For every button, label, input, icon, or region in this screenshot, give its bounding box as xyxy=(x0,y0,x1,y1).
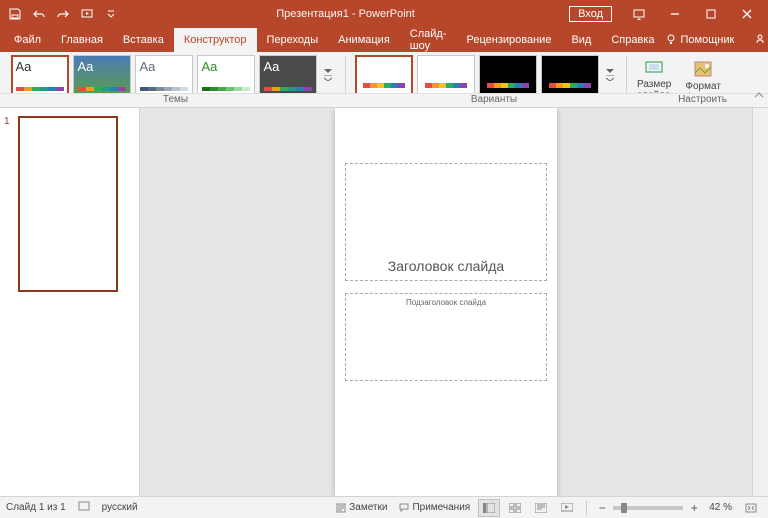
customize-group-label: Настроить xyxy=(637,94,768,107)
redo-icon[interactable] xyxy=(52,3,74,25)
variant-color-strip xyxy=(549,83,591,88)
ribbon: AaAaAaAaAa Размер слайда Формат фона Тем… xyxy=(0,52,768,108)
themes-more-icon[interactable] xyxy=(321,55,335,95)
tab-slideshow[interactable]: Слайд-шоу xyxy=(400,28,457,52)
slideshow-view-icon[interactable] xyxy=(556,499,578,517)
lightbulb-icon xyxy=(665,33,677,48)
notes-label: Заметки xyxy=(349,502,387,513)
zoom-in-icon[interactable]: + xyxy=(687,501,701,515)
vertical-scrollbar[interactable] xyxy=(752,108,768,496)
variant-thumbnail[interactable] xyxy=(541,55,599,95)
variant-color-strip xyxy=(363,83,405,88)
variants-gallery xyxy=(355,55,617,95)
tab-help[interactable]: Справка xyxy=(601,28,664,52)
themes-group-label: Темы xyxy=(0,94,351,107)
slide-counter[interactable]: Слайд 1 из 1 xyxy=(6,502,66,513)
slide-thumbnails-panel: 1 xyxy=(0,108,140,496)
start-from-beginning-icon[interactable] xyxy=(76,3,98,25)
fit-to-window-icon[interactable] xyxy=(740,499,762,517)
variant-thumbnail[interactable] xyxy=(479,55,537,95)
comments-button[interactable]: Примечания xyxy=(395,500,474,515)
tell-me[interactable]: Помощник xyxy=(665,33,735,48)
save-icon[interactable] xyxy=(4,3,26,25)
comments-icon xyxy=(399,503,409,513)
theme-thumbnail[interactable]: Aa xyxy=(259,55,317,95)
tell-me-label: Помощник xyxy=(681,34,735,46)
tab-view[interactable]: Вид xyxy=(561,28,601,52)
reading-view-icon[interactable] xyxy=(530,499,552,517)
tab-design[interactable]: Конструктор xyxy=(174,28,257,52)
tab-transitions[interactable]: Переходы xyxy=(257,28,329,52)
slide-thumbnail[interactable]: 1 xyxy=(8,116,131,292)
theme-aa-preview: Aa xyxy=(78,60,126,73)
theme-color-strip xyxy=(140,87,188,91)
share-button[interactable]: Поделиться xyxy=(754,33,768,48)
slide-editor[interactable]: Заголовок слайда Подзаголовок слайда xyxy=(140,108,752,496)
collapse-ribbon-icon[interactable] xyxy=(754,87,764,105)
theme-aa-preview: Aa xyxy=(140,60,188,73)
theme-thumbnail[interactable]: Aa xyxy=(197,55,255,95)
ribbon-options-icon[interactable] xyxy=(622,0,656,28)
theme-color-strip xyxy=(16,87,64,91)
theme-color-strip xyxy=(78,87,126,91)
slide-thumbnail-preview[interactable] xyxy=(18,116,118,292)
notes-button[interactable]: Заметки xyxy=(332,500,391,515)
themes-gallery: Aa Aa Aa Aa Aa xyxy=(11,55,335,95)
ribbon-tabs: Файл Главная Вставка Конструктор Переход… xyxy=(0,28,768,52)
minimize-icon[interactable] xyxy=(658,0,692,28)
zoom-out-icon[interactable]: − xyxy=(595,501,609,515)
tab-review[interactable]: Рецензирование xyxy=(457,28,562,52)
share-icon xyxy=(754,33,766,48)
slide-thumbnail-number: 1 xyxy=(4,116,10,127)
format-background-icon xyxy=(693,59,713,79)
slide-canvas[interactable]: Заголовок слайда Подзаголовок слайда xyxy=(335,108,557,496)
theme-thumbnail[interactable]: Aa xyxy=(11,55,69,95)
variant-thumbnail[interactable] xyxy=(417,55,475,95)
theme-thumbnail[interactable]: Aa xyxy=(135,55,193,95)
variants-more-icon[interactable] xyxy=(603,55,617,95)
notes-icon xyxy=(336,503,346,513)
language-indicator[interactable]: русский xyxy=(102,502,138,513)
theme-aa-preview: Aa xyxy=(202,60,250,73)
group-labels: Темы Варианты Настроить xyxy=(0,93,768,107)
title-bar-right: Вход xyxy=(569,0,768,28)
variant-color-strip xyxy=(487,83,529,88)
tab-animations[interactable]: Анимация xyxy=(328,28,400,52)
zoom-slider[interactable] xyxy=(613,506,683,510)
normal-view-icon[interactable] xyxy=(478,499,500,517)
slide-size-icon xyxy=(644,57,664,77)
main-area: 1 Заголовок слайда Подзаголовок слайда xyxy=(0,108,768,496)
tab-home[interactable]: Главная xyxy=(51,28,113,52)
undo-icon[interactable] xyxy=(28,3,50,25)
theme-color-strip xyxy=(202,87,250,91)
close-icon[interactable] xyxy=(730,0,764,28)
window-title: Презентация1 - PowerPoint xyxy=(122,8,569,20)
quick-access-toolbar xyxy=(0,3,122,25)
slide-sorter-view-icon[interactable] xyxy=(504,499,526,517)
title-bar: Презентация1 - PowerPoint Вход xyxy=(0,0,768,28)
subtitle-placeholder[interactable]: Подзаголовок слайда xyxy=(345,293,547,381)
separator xyxy=(586,501,587,515)
qat-dropdown-icon[interactable] xyxy=(100,3,122,25)
signin-button[interactable]: Вход xyxy=(569,6,612,22)
maximize-icon[interactable] xyxy=(694,0,728,28)
variant-color-strip xyxy=(425,83,467,88)
zoom-slider-handle[interactable] xyxy=(621,503,627,513)
comments-label: Примечания xyxy=(412,502,470,513)
theme-thumbnail[interactable]: Aa xyxy=(73,55,131,95)
theme-aa-preview: Aa xyxy=(264,60,312,73)
variant-thumbnail[interactable] xyxy=(355,55,413,95)
tab-file[interactable]: Файл xyxy=(4,28,51,52)
zoom-level[interactable]: 42 % xyxy=(709,502,732,513)
theme-color-strip xyxy=(264,87,312,91)
theme-aa-preview: Aa xyxy=(16,60,64,73)
title-placeholder[interactable]: Заголовок слайда xyxy=(345,163,547,281)
spellcheck-icon[interactable] xyxy=(78,500,90,515)
variants-group-label: Варианты xyxy=(351,94,637,107)
status-bar: Слайд 1 из 1 русский Заметки Примечания … xyxy=(0,496,768,518)
tab-insert[interactable]: Вставка xyxy=(113,28,174,52)
